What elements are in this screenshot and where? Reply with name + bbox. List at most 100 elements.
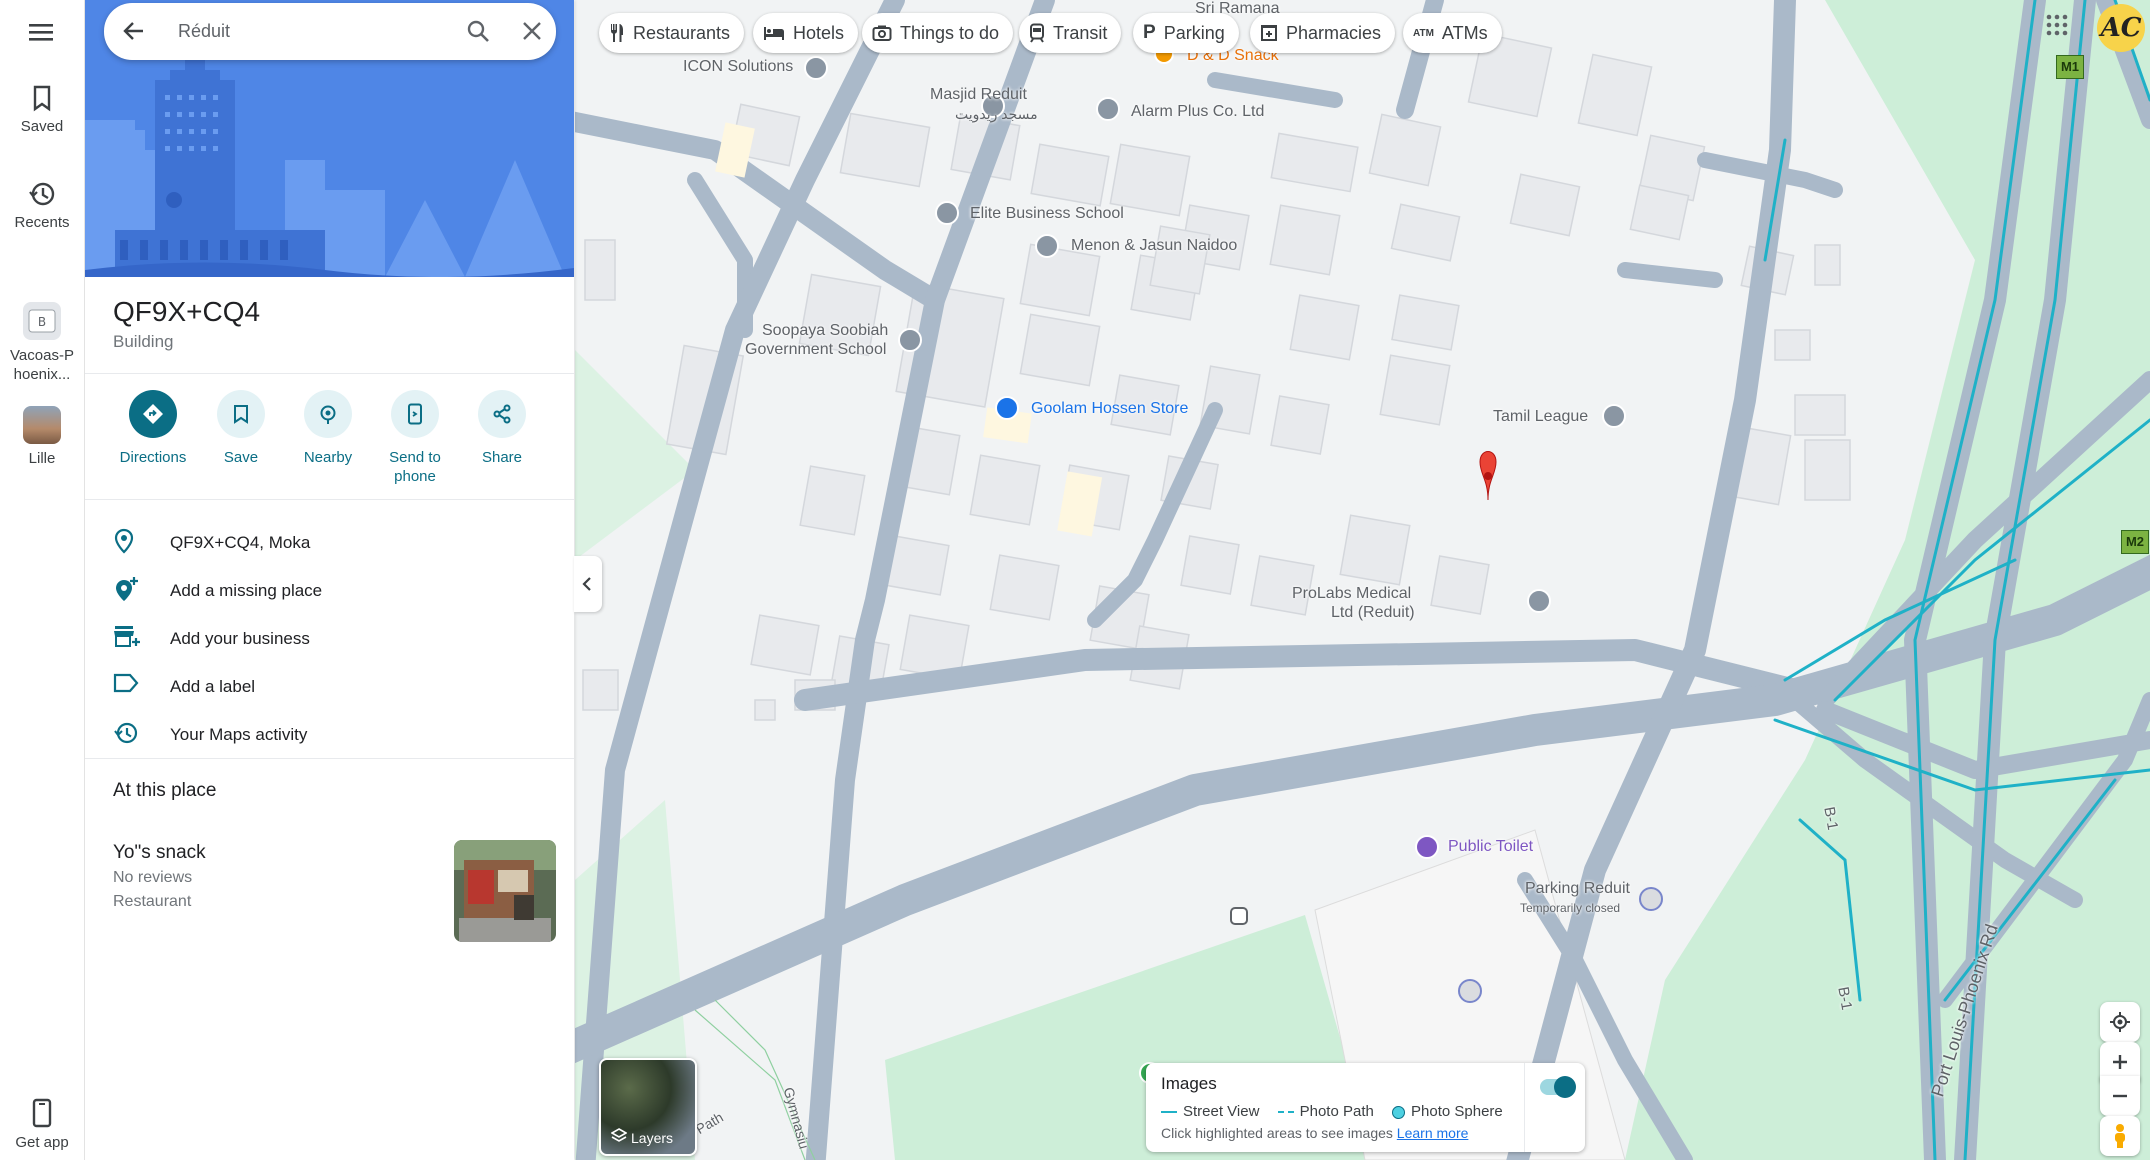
- road-shield-m1: M1: [2056, 55, 2084, 79]
- rail-recent-vacoas[interactable]: B Vacoas-Phoenix...: [0, 302, 84, 384]
- send-to-phone-button[interactable]: Send to phone: [372, 388, 458, 486]
- search-input[interactable]: Réduit: [178, 21, 230, 42]
- apps-grid-icon[interactable]: [2046, 14, 2068, 41]
- bed-icon: [764, 27, 784, 40]
- layers-icon: [611, 1128, 627, 1142]
- pegman-icon: [2115, 1124, 2125, 1148]
- share-icon: [493, 404, 511, 424]
- chip-pharmacies-label: Pharmacies: [1286, 22, 1382, 43]
- map-label-prolabs-2[interactable]: Ltd (Reduit): [1331, 604, 1415, 622]
- collapse-panel-button[interactable]: [574, 556, 602, 612]
- images-card-title: Images: [1161, 1074, 1217, 1093]
- map-label-parking[interactable]: Parking Reduit: [1525, 880, 1630, 898]
- history-icon: [29, 182, 55, 206]
- divider: [85, 499, 574, 500]
- search-box[interactable]: Réduit: [104, 3, 556, 60]
- map-label-prolabs-1[interactable]: ProLabs Medical: [1292, 585, 1411, 603]
- photo-path-swatch: [1277, 1111, 1294, 1114]
- train-icon: [1030, 23, 1044, 43]
- add-missing-place-text: Add a missing place: [170, 581, 323, 600]
- photo-sphere-label: Photo Sphere: [1411, 1103, 1503, 1120]
- rail-recents[interactable]: Recents: [0, 180, 84, 231]
- place-title: QF9X+CQ4: [113, 296, 261, 327]
- photo-sphere-swatch: [1392, 1105, 1406, 1119]
- business-reviews: No reviews: [113, 869, 193, 886]
- chip-transit[interactable]: Transit: [1019, 13, 1122, 53]
- chip-hotels[interactable]: Hotels: [753, 13, 859, 53]
- plus-icon: [2113, 1055, 2127, 1069]
- address-text: QF9X+CQ4, Moka: [170, 533, 311, 552]
- label-icon: [113, 673, 139, 693]
- learn-more-link[interactable]: Learn more: [1397, 1125, 1469, 1141]
- pegman-button[interactable]: [2100, 1116, 2140, 1156]
- fork-knife-icon: [611, 24, 623, 42]
- map-label-soopaya-2[interactable]: Government School: [745, 341, 886, 359]
- images-toggle[interactable]: [1540, 1076, 1576, 1098]
- business-name[interactable]: Yo"s snack: [113, 842, 206, 864]
- map-label-soopaya-1[interactable]: Soopaya Soobiah: [762, 322, 888, 340]
- menu-icon[interactable]: [27, 20, 55, 49]
- zoom-out-button[interactable]: [2100, 1076, 2140, 1116]
- chip-atms[interactable]: ATM ATMs: [1403, 13, 1502, 53]
- map-label-menon[interactable]: Menon & Jasun Naidoo: [1071, 237, 1237, 255]
- chip-restaurants[interactable]: Restaurants: [599, 13, 745, 53]
- images-card-divider: [1524, 1063, 1525, 1152]
- images-layer-card: Images Street View Photo Path Photo Sphe…: [1146, 1063, 1585, 1152]
- rail-recent-lille-label: Lille: [28, 450, 56, 467]
- layers-button[interactable]: Layers: [599, 1058, 697, 1156]
- search-icon[interactable]: [466, 19, 490, 43]
- maps-activity-row[interactable]: Your Maps activity: [85, 712, 574, 756]
- chip-things-to-do[interactable]: Things to do: [862, 13, 1014, 53]
- rail-saved[interactable]: Saved: [0, 84, 84, 135]
- directions-label: Directions: [119, 449, 187, 466]
- back-arrow-icon[interactable]: [122, 19, 146, 43]
- close-icon[interactable]: [522, 21, 542, 41]
- nearby-button[interactable]: Nearby: [285, 388, 371, 467]
- save-button[interactable]: Save: [198, 388, 284, 467]
- map-graphic: [575, 0, 2150, 1160]
- place-panel: Réduit QF9X+CQ4 Building Directions Save…: [85, 0, 574, 1160]
- map-label-icon-solutions[interactable]: ICON Solutions: [683, 58, 793, 76]
- add-label-row[interactable]: Add a label: [85, 664, 574, 708]
- my-location-icon: [2110, 1012, 2130, 1032]
- business-photo[interactable]: [454, 840, 556, 942]
- rail-recents-label: Recents: [14, 214, 70, 231]
- location-pin-icon: [114, 528, 134, 554]
- divider: [85, 373, 574, 374]
- add-label-text: Add a label: [170, 677, 256, 696]
- nearby-label: Nearby: [303, 449, 353, 466]
- minus-icon: [2113, 1094, 2127, 1098]
- directions-button[interactable]: Directions: [110, 388, 196, 467]
- directions-icon: [143, 404, 163, 424]
- add-business-row[interactable]: Add your business: [85, 616, 574, 660]
- map-canvas[interactable]: ICON Solutions Masjid Reduit مسجد ريدويت…: [575, 0, 2150, 1160]
- at-this-place-heading: At this place: [113, 780, 217, 801]
- account-avatar[interactable]: AC: [2097, 4, 2145, 52]
- rail-recent-vacoas-label: Vacoas-Phoenix...: [10, 347, 74, 383]
- nearby-icon: [320, 405, 336, 424]
- add-location-icon: [116, 577, 138, 601]
- street-view-swatch: [1161, 1111, 1177, 1114]
- business-type: Restaurant: [113, 893, 192, 910]
- address-row[interactable]: QF9X+CQ4, Moka: [85, 520, 574, 564]
- history-icon: [114, 722, 138, 744]
- chip-pharmacies[interactable]: Pharmacies: [1250, 13, 1396, 53]
- send-to-phone-label: Send to phone: [389, 449, 441, 485]
- rail-recent-lille[interactable]: Lille: [0, 406, 84, 467]
- map-label-alarm-plus[interactable]: Alarm Plus Co. Ltd: [1131, 103, 1264, 121]
- map-label-goolam[interactable]: Goolam Hossen Store: [1031, 400, 1188, 418]
- atm-icon: ATM: [1413, 27, 1434, 39]
- map-label-tamil[interactable]: Tamil League: [1493, 408, 1588, 426]
- parking-icon: P: [1143, 22, 1156, 43]
- chip-hotels-label: Hotels: [793, 22, 845, 43]
- share-button[interactable]: Share: [459, 388, 545, 467]
- map-label-elite[interactable]: Elite Business School: [970, 205, 1124, 223]
- my-location-button[interactable]: [2100, 1002, 2140, 1042]
- add-missing-place-row[interactable]: Add a missing place: [85, 568, 574, 612]
- map-label-masjid[interactable]: Masjid Reduit: [930, 86, 1027, 104]
- save-label: Save: [223, 449, 259, 466]
- svg-text:B: B: [38, 315, 46, 329]
- rail-get-app[interactable]: Get app: [0, 1098, 84, 1151]
- chip-parking[interactable]: P Parking: [1133, 13, 1239, 53]
- map-label-public-toilet[interactable]: Public Toilet: [1448, 838, 1533, 856]
